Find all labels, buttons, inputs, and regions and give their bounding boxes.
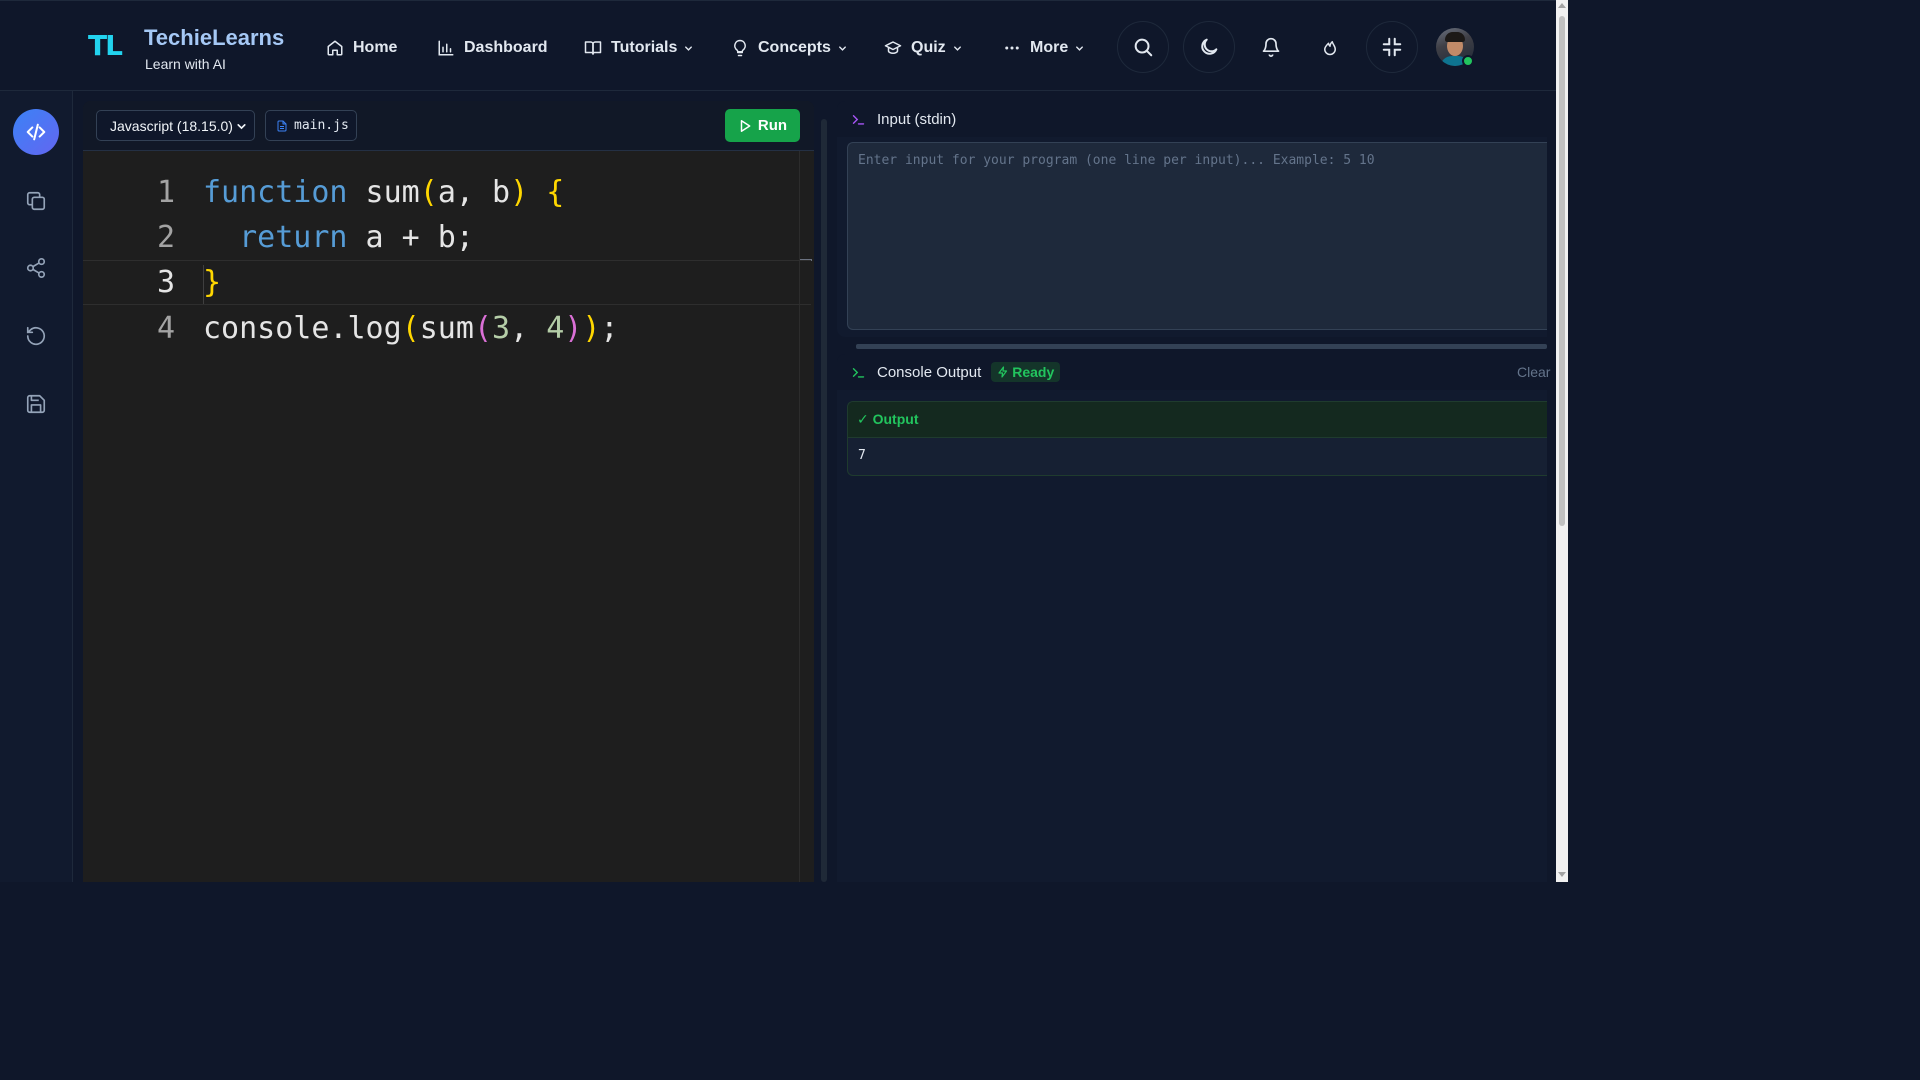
- stdin-section: Input (stdin): [837, 101, 1547, 337]
- search-icon: [1134, 38, 1153, 57]
- page-scrollbar[interactable]: [1556, 0, 1568, 882]
- copy-icon: [26, 191, 46, 211]
- language-select-value: Javascript (18.15.0): [110, 117, 233, 134]
- exit-fullscreen-button[interactable]: [1366, 21, 1418, 73]
- code-line-text: console.log(sum(3, 4));: [203, 311, 619, 346]
- minimize-icon: [1382, 37, 1402, 57]
- moon-icon: [1201, 38, 1218, 55]
- streak-button[interactable]: [1316, 33, 1344, 61]
- lightbulb-icon: [734, 39, 746, 57]
- search-button[interactable]: [1117, 21, 1169, 73]
- stdin-header: Input (stdin): [837, 101, 1547, 137]
- file-tab[interactable]: main.js: [265, 110, 357, 141]
- line-number: 3: [156, 265, 175, 300]
- nav-concepts-label: Concepts: [758, 39, 831, 56]
- share-icon: [26, 258, 46, 278]
- output-text: 7: [858, 448, 866, 463]
- console-output-title: Console Output: [877, 363, 982, 381]
- terminal-icon: [852, 114, 865, 125]
- notifications-button[interactable]: [1257, 33, 1285, 61]
- chevron-down-icon: [838, 45, 846, 51]
- nav-quiz[interactable]: Quiz: [884, 37, 963, 59]
- bar-chart-icon: [438, 40, 454, 56]
- chevron-down-icon: [1076, 45, 1084, 51]
- chevron-down-icon: [685, 45, 693, 51]
- line-number: 1: [156, 175, 175, 210]
- play-icon: [740, 119, 751, 132]
- code-line: 4 console.log(sum(3, 4));: [83, 306, 811, 351]
- logo[interactable]: TL: [88, 29, 123, 62]
- chevron-down-icon: [237, 124, 246, 130]
- nav-dashboard[interactable]: Dashboard: [437, 37, 548, 59]
- nav-tutorials[interactable]: Tutorials: [584, 37, 694, 59]
- file-icon: [277, 120, 287, 131]
- share-button[interactable]: [24, 256, 48, 280]
- stdin-title: Input (stdin): [877, 110, 957, 128]
- clear-button[interactable]: Clear: [1517, 364, 1550, 380]
- scroll-down-arrow-icon[interactable]: [1558, 872, 1566, 877]
- status-badge-label: Ready: [1012, 364, 1055, 380]
- logo-text: TL: [88, 29, 123, 62]
- language-select[interactable]: Javascript (18.15.0): [96, 110, 255, 141]
- theme-toggle-button[interactable]: [1183, 21, 1235, 73]
- nav-quiz-label: Quiz: [911, 39, 946, 56]
- online-status-dot: [1462, 55, 1474, 67]
- brand-tagline: Learn with AI: [145, 56, 226, 72]
- code-line: 2 return a + b;: [83, 215, 811, 260]
- run-button[interactable]: Run: [725, 109, 800, 142]
- code-line: 1 function sum(a, b) {: [83, 170, 811, 215]
- lightning-icon: [998, 366, 1008, 378]
- code-editor-panel: Javascript (18.15.0) main.js Run 1 funct…: [83, 101, 814, 882]
- nav-dashboard-label: Dashboard: [464, 39, 548, 56]
- run-button-label: Run: [757, 117, 788, 134]
- save-icon: [26, 394, 46, 414]
- scrollbar-thumb[interactable]: [1559, 16, 1565, 526]
- code-line-text: function sum(a, b) {: [203, 175, 565, 210]
- reset-icon: [26, 326, 46, 346]
- code-line-current: 3 }: [83, 260, 811, 305]
- avatar-hair: [1445, 32, 1465, 42]
- brand-name[interactable]: TechieLearns: [144, 25, 284, 51]
- code-icon: [26, 123, 46, 141]
- output-label: ✓ Output: [848, 402, 1547, 438]
- terminal-icon: [852, 367, 865, 378]
- ellipsis-icon: [1005, 46, 1019, 50]
- code-line-text: return a + b;: [239, 220, 474, 255]
- line-number: 4: [156, 311, 175, 346]
- nav-home[interactable]: Home: [326, 37, 397, 59]
- editor-toolbar: Javascript (18.15.0) main.js Run: [83, 101, 814, 151]
- code-line-text: }: [203, 265, 222, 300]
- console-output-section: Console Output Ready Clear ✓ Output 7: [837, 354, 1550, 882]
- bell-icon: [1262, 37, 1280, 57]
- panel-resize-handle[interactable]: [821, 119, 827, 882]
- copy-button[interactable]: [24, 189, 48, 213]
- graduation-cap-icon: [884, 41, 902, 54]
- console-output-header: Console Output Ready Clear: [837, 354, 1550, 390]
- status-badge: Ready: [991, 362, 1061, 382]
- top-navbar: TL TechieLearns Learn with AI Home Dashb…: [0, 0, 1556, 91]
- file-tab-label: main.js: [294, 118, 349, 133]
- code-area[interactable]: 1 function sum(a, b) { 2 return a + b; 3…: [83, 151, 814, 882]
- vertical-resize-handle[interactable]: [856, 344, 1547, 349]
- reset-button[interactable]: [24, 324, 48, 348]
- nav-more-label: More: [1030, 39, 1069, 56]
- line-number: 2: [156, 220, 175, 255]
- save-button[interactable]: [24, 392, 48, 416]
- book-icon: [584, 41, 602, 55]
- flame-icon: [1324, 41, 1336, 56]
- nav-tutorials-label: Tutorials: [611, 39, 678, 56]
- stdin-input[interactable]: [847, 142, 1547, 330]
- chevron-down-icon: [953, 45, 961, 51]
- io-panel: Input (stdin) Console Output Ready Clear…: [837, 101, 1550, 882]
- nav-more[interactable]: More: [1003, 37, 1085, 59]
- nav-concepts[interactable]: Concepts: [731, 37, 848, 59]
- nav-home-label: Home: [353, 39, 398, 56]
- output-result-box: ✓ Output 7: [847, 401, 1547, 476]
- home-icon: [327, 40, 343, 56]
- left-sidebar: [0, 91, 73, 882]
- code-editor-button[interactable]: [13, 109, 59, 155]
- scroll-up-arrow-icon[interactable]: [1558, 3, 1566, 8]
